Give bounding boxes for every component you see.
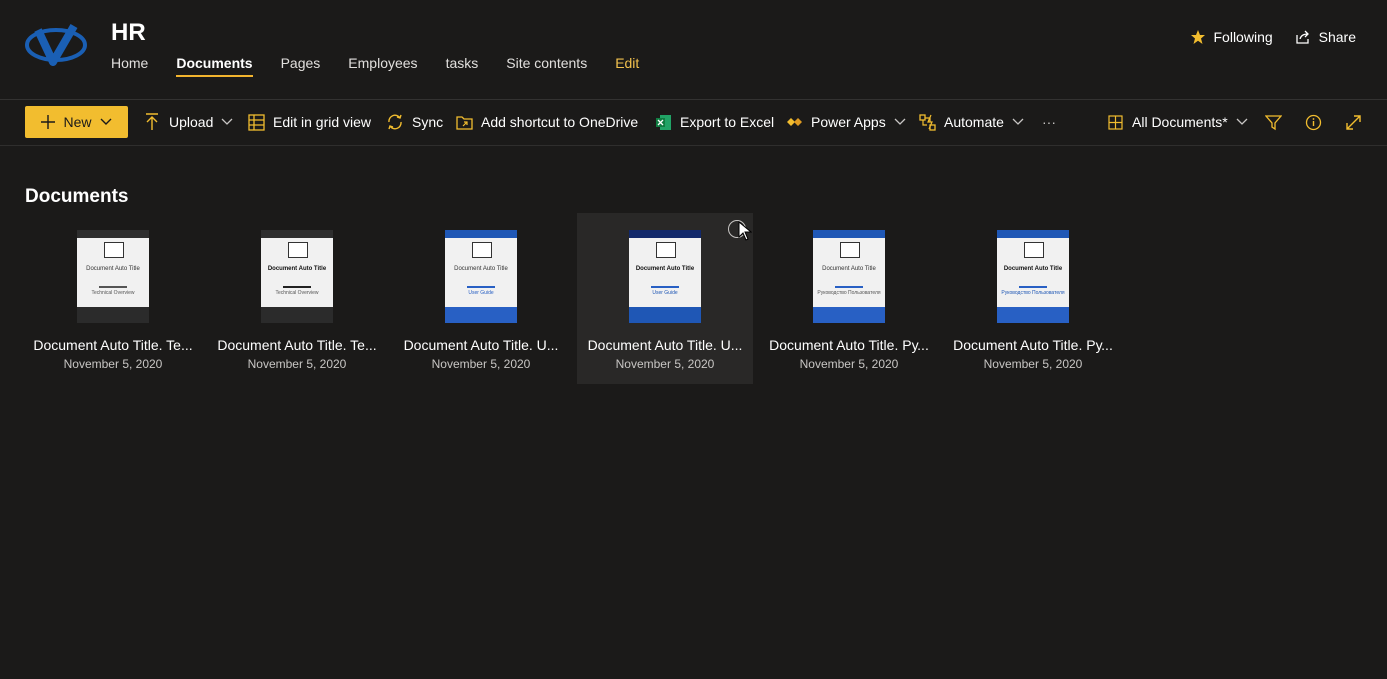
filter-icon (1265, 114, 1282, 130)
edit-grid-label: Edit in grid view (273, 114, 372, 130)
grid-icon (247, 113, 265, 131)
document-tile[interactable]: Document Auto Title Руководство Пользова… (761, 213, 937, 384)
upload-label: Upload (169, 114, 214, 130)
star-icon (1190, 30, 1205, 44)
new-button[interactable]: New (25, 106, 128, 138)
thumbnail-subtitle: Руководство Пользователя (817, 290, 881, 296)
thumbnail-title: Document Auto Title (1003, 266, 1063, 272)
view-switcher[interactable]: All Documents* (1106, 108, 1248, 136)
following-label: Following (1213, 29, 1273, 45)
filter-button[interactable] (1265, 108, 1282, 136)
thumbnail-title: Document Auto Title (635, 266, 695, 272)
document-tile[interactable]: Document Auto Title Technical Overview D… (209, 213, 385, 384)
sync-button[interactable]: Sync (386, 108, 443, 136)
thumbnail-subtitle: User Guide (652, 290, 678, 296)
document-thumbnail[interactable]: Document Auto Title Technical Overview (261, 230, 333, 323)
document-date: November 5, 2020 (983, 357, 1083, 371)
document-name[interactable]: Document Auto Title. Te... (209, 337, 385, 353)
document-date: November 5, 2020 (799, 357, 899, 371)
document-date: November 5, 2020 (431, 357, 531, 371)
share-button[interactable]: Share (1295, 29, 1356, 45)
nav-site-contents[interactable]: Site contents (506, 55, 587, 77)
upload-button[interactable]: Upload (143, 108, 233, 136)
excel-icon (655, 114, 671, 130)
chevron-down-icon (100, 118, 111, 125)
document-tile[interactable]: Document Auto Title Руководство Пользова… (945, 213, 1121, 384)
chevron-down-icon (894, 118, 906, 125)
thumbnail-title: Document Auto Title (86, 266, 140, 272)
upload-icon (146, 113, 158, 130)
document-thumbnail[interactable]: Document Auto Title User Guide (629, 230, 701, 323)
document-thumbnail[interactable]: Document Auto Title User Guide (445, 230, 517, 323)
info-icon (1305, 114, 1322, 130)
plus-icon (41, 115, 56, 129)
chevron-down-icon (221, 118, 233, 125)
add-shortcut-onedrive-button[interactable]: Add shortcut to OneDrive (455, 108, 638, 136)
power-apps-icon (786, 118, 802, 126)
site-logo[interactable] (24, 22, 88, 66)
document-name[interactable]: Document Auto Title. Ру... (945, 337, 1121, 353)
folder-shortcut-icon (455, 115, 473, 130)
sync-label: Sync (412, 114, 444, 130)
more-commands-button[interactable]: ··· (1042, 108, 1056, 136)
view-grid-icon (1107, 114, 1123, 130)
document-tile[interactable]: Document Auto Title User Guide Document … (393, 213, 569, 384)
nav-documents[interactable]: Documents (176, 55, 253, 77)
site-title[interactable]: HR (111, 19, 146, 47)
thumbnail-title: Document Auto Title (454, 266, 508, 272)
share-icon (1295, 30, 1309, 44)
document-name[interactable]: Document Auto Title. Te... (25, 337, 201, 353)
export-excel-label: Export to Excel (680, 114, 775, 130)
share-label: Share (1318, 29, 1356, 45)
nav-home[interactable]: Home (111, 55, 148, 77)
top-actions: Following Share (1190, 29, 1356, 45)
expand-icon (1346, 114, 1361, 130)
document-tile[interactable]: Document Auto Title Technical Overview D… (25, 213, 201, 384)
mouse-cursor-icon (738, 221, 752, 241)
document-thumbnail[interactable]: Document Auto Title Руководство Пользова… (997, 230, 1069, 323)
following-button[interactable]: Following (1190, 29, 1273, 45)
thumbnail-title: Document Auto Title (267, 266, 327, 272)
document-tile[interactable]: Document Auto Title User Guide Document … (577, 213, 753, 384)
document-name[interactable]: Document Auto Title. U... (393, 337, 569, 353)
thumbnail-subtitle: Руководство Пользователя (1001, 290, 1065, 296)
document-date: November 5, 2020 (247, 357, 347, 371)
more-icon: ··· (1042, 114, 1056, 130)
thumbnail-title: Document Auto Title (822, 266, 876, 272)
document-date: November 5, 2020 (63, 357, 163, 371)
new-label: New (63, 114, 92, 130)
add-shortcut-label: Add shortcut to OneDrive (481, 114, 639, 130)
info-button[interactable] (1305, 108, 1322, 136)
nav-employees[interactable]: Employees (348, 55, 417, 77)
document-name[interactable]: Document Auto Title. Ру... (761, 337, 937, 353)
chevron-down-icon (1012, 118, 1024, 125)
nav-tasks[interactable]: tasks (446, 55, 479, 77)
document-name[interactable]: Document Auto Title. U... (577, 337, 753, 353)
nav-pages[interactable]: Pages (281, 55, 321, 77)
power-apps-button[interactable]: Power Apps (785, 108, 906, 136)
thumbnail-subtitle: Technical Overview (275, 290, 319, 296)
document-date: November 5, 2020 (615, 357, 715, 371)
edit-grid-view-button[interactable]: Edit in grid view (247, 108, 371, 136)
sync-icon (388, 114, 402, 130)
export-excel-button[interactable]: Export to Excel (654, 108, 774, 136)
automate-icon (918, 113, 936, 131)
power-apps-label: Power Apps (811, 114, 886, 130)
document-thumbnail[interactable]: Document Auto Title Technical Overview (77, 230, 149, 323)
library-title: Documents (25, 186, 129, 207)
view-label: All Documents* (1132, 114, 1228, 130)
expand-button[interactable] (1345, 108, 1362, 136)
automate-button[interactable]: Automate (918, 108, 1024, 136)
command-bar: New Upload Edit in grid view Sync Add sh… (0, 100, 1387, 146)
site-nav: Home Documents Pages Employees tasks Sit… (111, 55, 667, 77)
chevron-down-icon (1236, 118, 1248, 125)
site-header: HR Home Documents Pages Employees tasks … (0, 0, 1387, 100)
automate-label: Automate (944, 114, 1004, 130)
document-thumbnail[interactable]: Document Auto Title Руководство Пользова… (813, 230, 885, 323)
thumbnail-subtitle: User Guide (468, 290, 494, 296)
thumbnail-subtitle: Technical Overview (91, 290, 135, 296)
nav-edit[interactable]: Edit (615, 55, 639, 77)
